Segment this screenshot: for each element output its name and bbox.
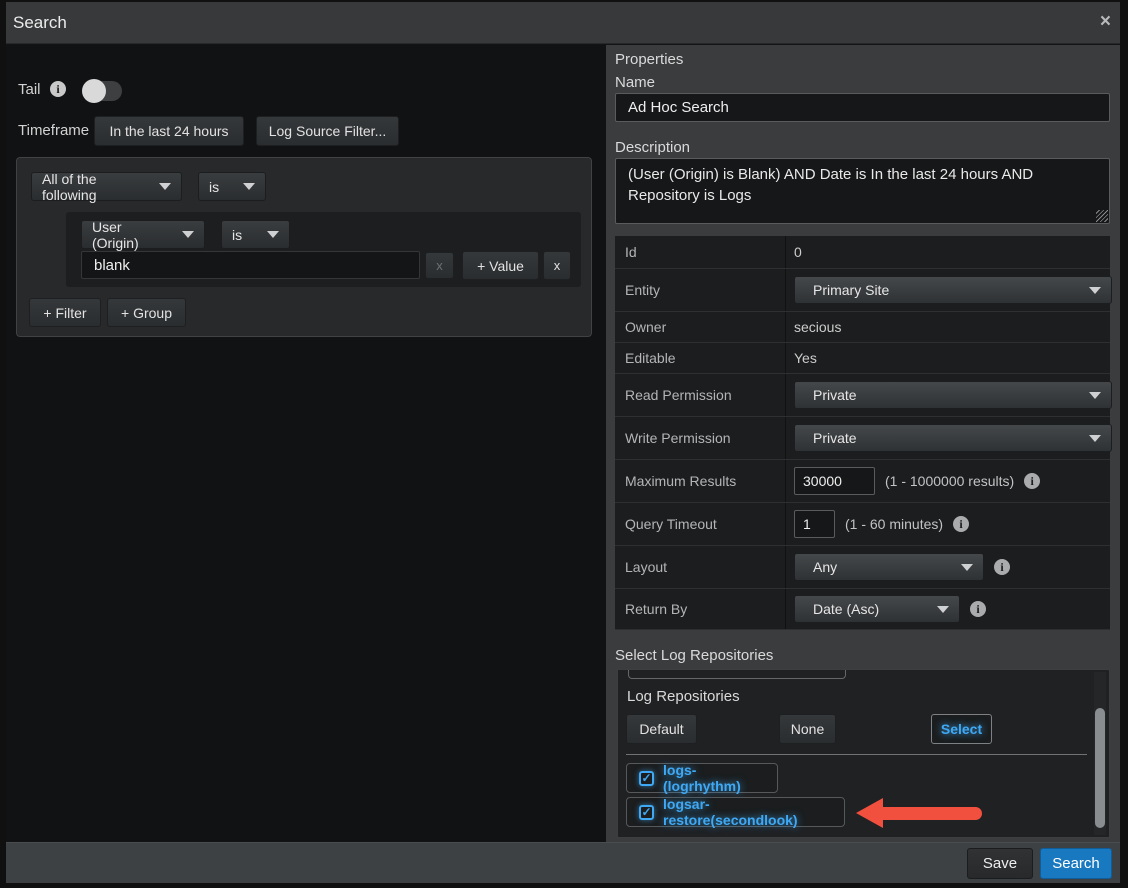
select-button[interactable]: Select	[931, 714, 992, 744]
field-condition-dropdown[interactable]: is	[221, 220, 290, 249]
none-button[interactable]: None	[779, 714, 836, 744]
dialog-footer: Save Search	[6, 842, 1120, 883]
query-builder-pane: Tail i Timeframe In the last 24 hours Lo…	[6, 45, 606, 842]
chevron-down-icon	[1089, 435, 1101, 442]
tail-toggle[interactable]	[84, 81, 122, 101]
repositories-scrollbar[interactable]	[1094, 672, 1106, 835]
checkbox-checked-icon: ✓	[639, 805, 654, 820]
default-button[interactable]: Default	[626, 714, 697, 744]
chevron-down-icon	[961, 564, 973, 571]
repository-item-label: logs-(logrhythm)	[663, 762, 765, 794]
clipped-scrolled-element	[628, 670, 846, 679]
log-repositories-panel: Log Repositories Default None Select ✓ l…	[617, 669, 1110, 838]
table-row-maximum-results: Maximum Results (1 - 1000000 results) i	[615, 459, 1110, 502]
toggle-knob	[82, 79, 106, 103]
properties-pane: Properties Name Description (User (Origi…	[606, 45, 1120, 842]
chevron-down-icon	[243, 183, 255, 190]
table-row-entity: Entity Primary Site	[615, 268, 1110, 311]
tail-info-icon: i	[50, 81, 66, 97]
save-button[interactable]: Save	[967, 848, 1033, 879]
description-label: Description	[615, 139, 690, 156]
table-row-write-permission: Write Permission Private	[615, 416, 1110, 459]
name-label: Name	[615, 74, 655, 91]
repository-item-label: logsar-restore(secondlook)	[663, 796, 832, 828]
table-row-read-permission: Read Permission Private	[615, 373, 1110, 416]
search-button[interactable]: Search	[1040, 848, 1112, 879]
description-textarea[interactable]: (User (Origin) is Blank) AND Date is In …	[615, 158, 1110, 224]
owner-value: secious	[794, 319, 841, 335]
read-permission-dropdown[interactable]: Private	[794, 381, 1112, 409]
annotation-arrow-icon	[856, 798, 982, 828]
remove-filter-button[interactable]: x	[543, 251, 571, 280]
search-dialog: Search × Tail i Timeframe In the last 24…	[6, 2, 1120, 883]
chevron-down-icon	[159, 183, 171, 190]
id-value: 0	[794, 244, 802, 260]
editable-value: Yes	[794, 350, 817, 366]
add-filter-button[interactable]: + Filter	[29, 298, 101, 327]
resize-grip-icon[interactable]	[1096, 210, 1108, 222]
layout-dropdown[interactable]: Any	[794, 553, 984, 581]
table-row-id: Id 0	[615, 236, 1110, 268]
group-condition-dropdown[interactable]: is	[198, 172, 266, 201]
properties-table: Id 0 Entity Primary Site Owner secious	[615, 236, 1110, 630]
tail-label: Tail	[18, 81, 41, 98]
table-row-return-by: Return By Date (Asc) i	[615, 588, 1110, 629]
maximum-results-input[interactable]	[794, 467, 875, 495]
close-icon[interactable]: ×	[1100, 12, 1111, 32]
name-input[interactable]	[615, 93, 1110, 122]
query-timeout-hint: (1 - 60 minutes)	[845, 516, 943, 532]
filter-group-panel: All of the following is User (Origin) is	[16, 157, 592, 337]
log-repositories-label: Log Repositories	[627, 688, 740, 705]
timeframe-label: Timeframe	[18, 122, 89, 139]
entity-dropdown[interactable]: Primary Site	[794, 276, 1112, 304]
write-permission-dropdown[interactable]: Private	[794, 424, 1112, 452]
select-log-repositories-heading: Select Log Repositories	[615, 647, 773, 664]
table-row-editable: Editable Yes	[615, 342, 1110, 373]
table-row-query-timeout: Query Timeout (1 - 60 minutes) i	[615, 502, 1110, 545]
dialog-titlebar: Search ×	[6, 2, 1120, 44]
repository-item-logs-logrhythm[interactable]: ✓ logs-(logrhythm)	[626, 763, 778, 793]
group-operator-dropdown[interactable]: All of the following	[31, 172, 182, 201]
add-value-button[interactable]: + Value	[462, 251, 539, 280]
add-group-button[interactable]: + Group	[107, 298, 186, 327]
divider	[626, 754, 1087, 755]
filter-row: User (Origin) is x + Value x	[66, 212, 581, 287]
table-row-layout: Layout Any i	[615, 545, 1110, 588]
chevron-down-icon	[1089, 287, 1101, 294]
filter-value-input[interactable]	[81, 251, 420, 279]
dialog-title: Search	[13, 13, 67, 33]
chevron-down-icon	[182, 231, 194, 238]
properties-heading: Properties	[615, 51, 683, 68]
layout-info-icon: i	[994, 559, 1010, 575]
chevron-down-icon	[937, 606, 949, 613]
log-source-filter-button[interactable]: Log Source Filter...	[256, 116, 399, 146]
maximum-results-hint: (1 - 1000000 results)	[885, 473, 1014, 489]
checkbox-checked-icon: ✓	[639, 771, 654, 786]
timeframe-button[interactable]: In the last 24 hours	[94, 116, 244, 146]
return-by-info-icon: i	[970, 601, 986, 617]
field-dropdown[interactable]: User (Origin)	[81, 220, 205, 249]
return-by-dropdown[interactable]: Date (Asc)	[794, 595, 960, 623]
chevron-down-icon	[267, 231, 279, 238]
table-row-owner: Owner secious	[615, 311, 1110, 342]
remove-value-button[interactable]: x	[425, 252, 454, 279]
query-timeout-info-icon: i	[953, 516, 969, 532]
chevron-down-icon	[1089, 392, 1101, 399]
maximum-results-info-icon: i	[1024, 473, 1040, 489]
scrollbar-thumb[interactable]	[1095, 708, 1105, 828]
query-timeout-input[interactable]	[794, 510, 835, 538]
repository-item-logsar-restore-secondlook[interactable]: ✓ logsar-restore(secondlook)	[626, 797, 845, 827]
